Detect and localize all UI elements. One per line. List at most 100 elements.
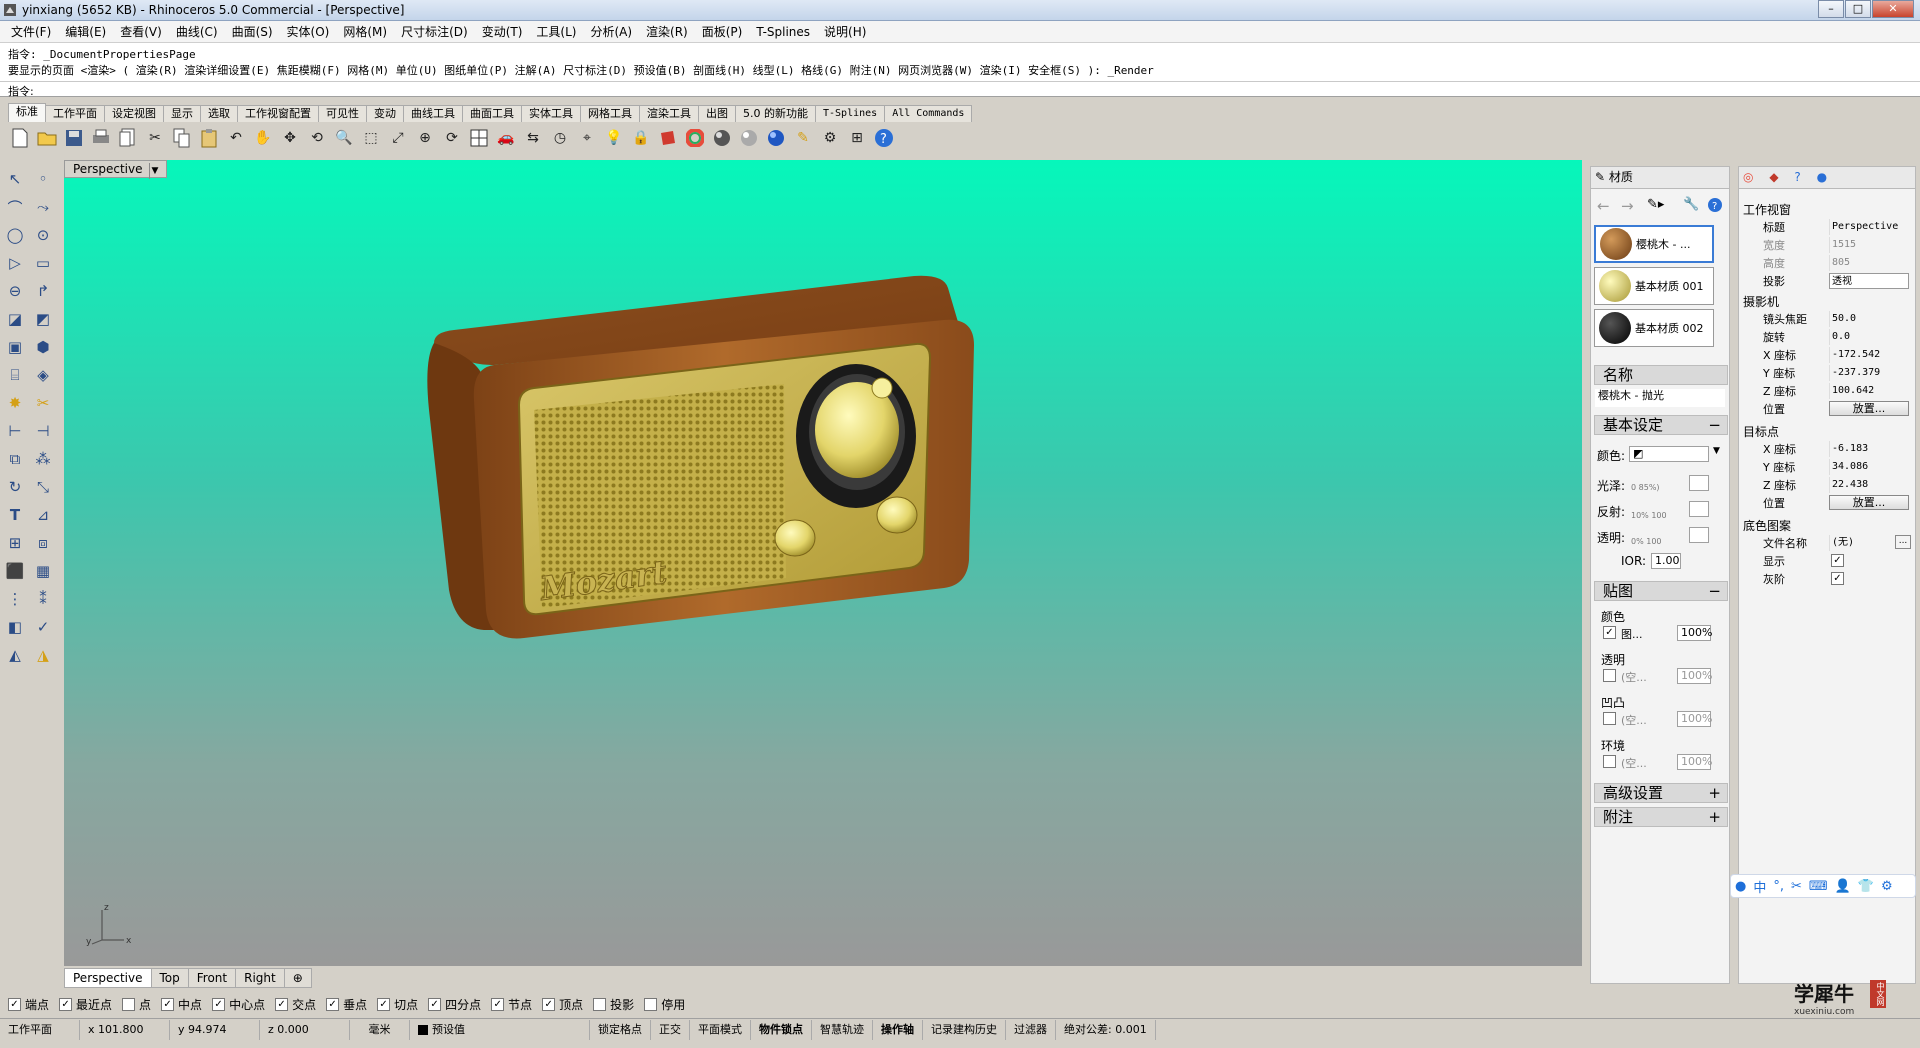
ime-person-icon[interactable]: 👤	[1835, 879, 1851, 894]
grid-array-icon[interactable]: ⋮	[2, 588, 28, 610]
texture-transparency-amount[interactable]: 100%	[1677, 668, 1712, 684]
snap-disable[interactable]: 停用	[644, 996, 685, 1013]
checkbox[interactable]	[593, 997, 607, 1011]
menu-solid[interactable]: 实体(O)	[280, 23, 337, 40]
tab-drafting[interactable]: 出图	[698, 105, 736, 122]
snap-perp[interactable]: ✓ 垂点	[326, 996, 367, 1013]
check-icon[interactable]: ✓	[30, 616, 56, 638]
undo-view-icon[interactable]: ⟳	[440, 126, 464, 150]
texture-bump-checkbox[interactable]	[1603, 712, 1616, 725]
menu-analyze[interactable]: 分析(A)	[583, 23, 639, 40]
ime-scissors-icon[interactable]: ✂	[1791, 879, 1802, 894]
name-section-header[interactable]: 名称	[1594, 365, 1728, 385]
back-arrow-icon[interactable]: ←	[1597, 197, 1610, 215]
curve-icon[interactable]: ⤳	[30, 196, 56, 218]
show-checkbox[interactable]: ✓	[1831, 554, 1844, 567]
undo-icon[interactable]: ↶	[224, 126, 248, 150]
prop-title-value[interactable]: Perspective	[1829, 219, 1909, 235]
color-picker[interactable]: ◩	[1629, 446, 1709, 462]
clock-icon[interactable]: ◷	[548, 126, 572, 150]
paste-icon[interactable]	[197, 126, 221, 150]
tab-front[interactable]: Front	[187, 968, 237, 988]
material-icon[interactable]: ◆	[1769, 170, 1778, 184]
texture-bump-slot[interactable]: (空...	[1621, 712, 1647, 728]
status-filter[interactable]: 过滤器	[1006, 1019, 1056, 1040]
snap-tangent[interactable]: ✓ 切点	[377, 996, 418, 1013]
checkbox[interactable]: ✓	[59, 997, 73, 1011]
snap-point[interactable]: 点	[122, 996, 151, 1013]
tab-set-view[interactable]: 设定视图	[104, 105, 164, 122]
checkbox[interactable]	[644, 997, 658, 1011]
texture-color-checkbox[interactable]: ✓	[1603, 626, 1616, 639]
move-car-icon[interactable]: ⇆	[521, 126, 545, 150]
material-item[interactable]: 基本材质 001	[1594, 267, 1714, 305]
pencil-icon[interactable]: ✎	[791, 126, 815, 150]
reflect-slider[interactable]: 10% 100	[1631, 511, 1667, 520]
surface-corner-icon[interactable]: ◪	[2, 308, 28, 330]
tab-top[interactable]: Top	[150, 968, 189, 988]
cut-icon[interactable]: ✂	[143, 126, 167, 150]
car-icon[interactable]: 🚗	[494, 126, 518, 150]
polygon-icon[interactable]: ▷	[2, 252, 28, 274]
checkbox[interactable]: ✓	[161, 997, 175, 1011]
menu-mesh[interactable]: 网格(M)	[336, 23, 394, 40]
help-icon[interactable]: ?	[1794, 170, 1800, 184]
texture-environment-checkbox[interactable]	[1603, 755, 1616, 768]
menu-curve[interactable]: 曲线(C)	[169, 23, 225, 40]
loft-icon[interactable]: ◈	[30, 364, 56, 386]
texture-environment-amount[interactable]: 100%	[1677, 754, 1712, 770]
menu-dimension[interactable]: 尺寸标注(D)	[394, 23, 475, 40]
trim-icon[interactable]: ✂	[30, 392, 56, 414]
four-viewports-icon[interactable]	[467, 126, 491, 150]
status-osnap[interactable]: 物件锁点	[751, 1019, 812, 1040]
ior-input[interactable]: 1.00	[1651, 553, 1681, 569]
snap-near[interactable]: ✓ 最近点	[59, 996, 112, 1013]
save-icon[interactable]	[62, 126, 86, 150]
checkbox[interactable]: ✓	[8, 997, 21, 1011]
ime-user-icon[interactable]: ●	[1735, 879, 1746, 894]
solid-icon[interactable]: ⬛	[2, 560, 28, 582]
snap-end[interactable]: ✓ 端点	[8, 996, 49, 1013]
target-place-button[interactable]: 放置...	[1829, 495, 1909, 510]
cam-y-value[interactable]: -237.379	[1829, 365, 1909, 381]
fillet-curve-icon[interactable]: ↱	[30, 280, 56, 302]
cam-z-value[interactable]: 100.642	[1829, 383, 1909, 399]
open-folder-icon[interactable]	[35, 126, 59, 150]
material-icon[interactable]	[656, 126, 680, 150]
expand-icon[interactable]: +	[1708, 784, 1721, 802]
menu-tsplines[interactable]: T-Splines	[749, 25, 817, 39]
tab-transform[interactable]: 变动	[366, 105, 404, 122]
browse-button[interactable]: ...	[1895, 535, 1911, 549]
texture-bump-amount[interactable]: 100%	[1677, 711, 1712, 727]
group-icon[interactable]: ⧉	[2, 448, 28, 470]
ime-keyboard-icon[interactable]: ⌨	[1809, 879, 1828, 894]
close-button[interactable]: ✕	[1872, 0, 1914, 18]
target-y-value[interactable]: 34.086	[1829, 459, 1909, 475]
tab-surface-tools[interactable]: 曲面工具	[462, 105, 522, 122]
tab-all-commands[interactable]: All Commands	[884, 105, 973, 122]
polar-array-icon[interactable]: ⁑	[30, 588, 56, 610]
materials-tab[interactable]: ✎ 材质	[1591, 167, 1729, 189]
status-ortho[interactable]: 正交	[651, 1019, 690, 1040]
material-item[interactable]: 樱桃木 - ...	[1594, 225, 1714, 263]
tab-display[interactable]: 显示	[163, 105, 201, 122]
minimize-button[interactable]: –	[1818, 0, 1844, 18]
material-name-field[interactable]: 樱桃木 - 抛光	[1595, 389, 1725, 407]
color-wheel-icon[interactable]	[683, 126, 707, 150]
snap-mid[interactable]: ✓ 中点	[161, 996, 202, 1013]
render-preview-icon[interactable]	[737, 126, 761, 150]
status-cplane[interactable]: 工作平面	[0, 1019, 80, 1040]
paint-icon[interactable]: ◮	[30, 644, 56, 666]
rectangle-icon[interactable]: ▭	[30, 252, 56, 274]
print-icon[interactable]	[89, 126, 113, 150]
color-wheel-icon[interactable]: ◎	[1743, 170, 1753, 184]
perspective-viewport[interactable]: Perspective ▼ Mozart z x y	[64, 160, 1582, 966]
tab-select[interactable]: 选取	[200, 105, 238, 122]
checkbox[interactable]: ✓	[428, 997, 442, 1011]
status-record-history[interactable]: 记录建构历史	[923, 1019, 1006, 1040]
command-input[interactable]: 指令:	[0, 81, 1920, 98]
target-x-value[interactable]: -6.183	[1829, 441, 1909, 457]
tab-standard[interactable]: 标准	[8, 103, 46, 122]
snap-project[interactable]: 投影	[593, 996, 634, 1013]
light-bulb-icon[interactable]: 💡	[602, 126, 626, 150]
